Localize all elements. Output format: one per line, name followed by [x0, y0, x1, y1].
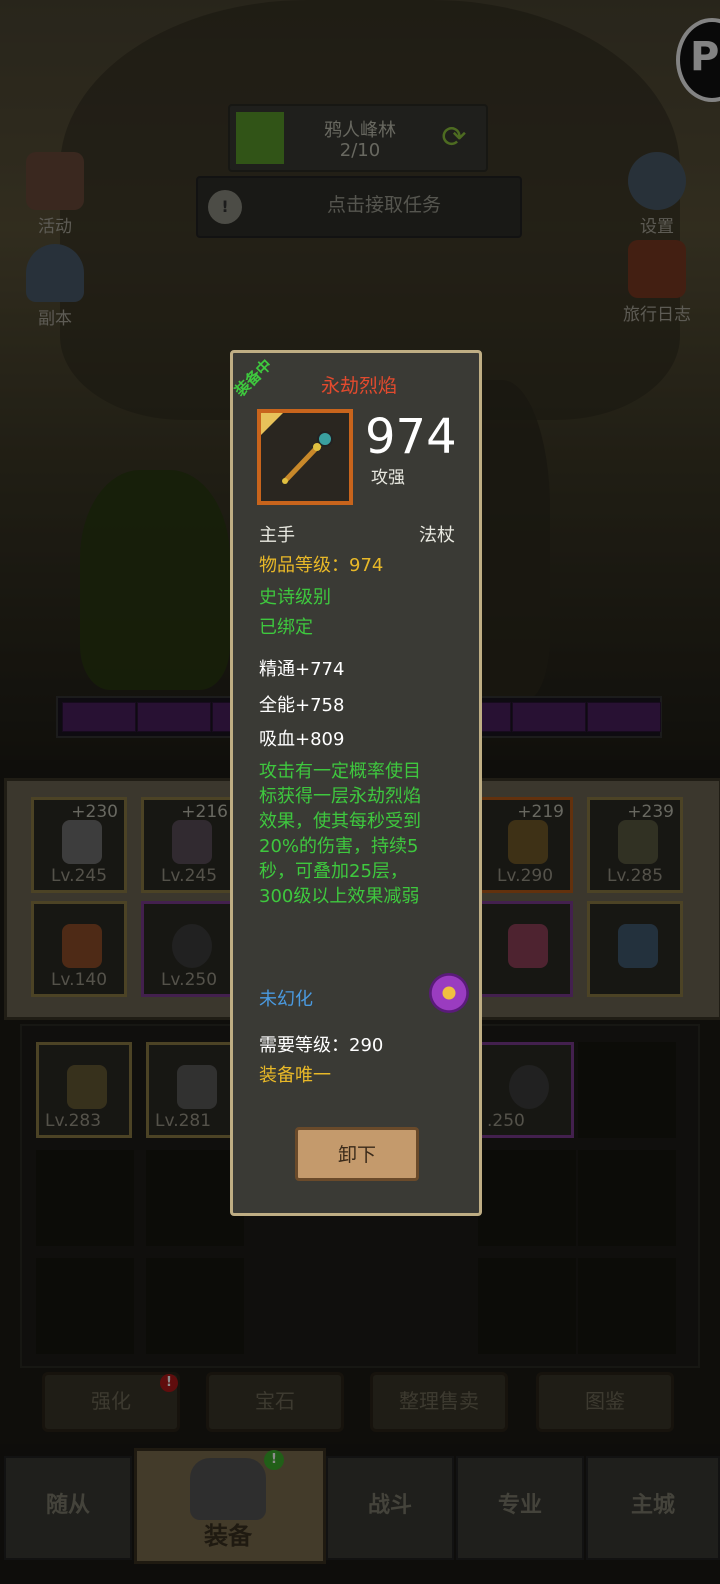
item-bound-status: 已绑定	[259, 617, 313, 638]
item-icon-frame	[257, 409, 353, 505]
item-stat: 吸血+809	[259, 729, 345, 750]
item-stat: 全能+758	[259, 695, 345, 716]
required-level: 需要等级：290	[259, 1035, 384, 1056]
item-stat: 精通+774	[259, 659, 345, 680]
item-attack-label: 攻强	[371, 468, 405, 488]
item-name: 永劫烈焰	[320, 375, 397, 397]
unequip-button[interactable]: 卸下	[295, 1127, 419, 1181]
item-type: 法杖	[419, 525, 455, 546]
item-effect-description: 攻击有一定概率使目标获得一层永劫烈焰效果，使其每秒受到20%的伤害，持续5秒，可…	[259, 761, 421, 907]
transmog-orb-icon[interactable]	[429, 973, 469, 1013]
item-tooltip: 装备中 永劫烈焰 974 攻强 主手 法杖 物品等级：974 史诗级别 已绑定 …	[230, 350, 482, 1216]
item-slot: 主手	[259, 525, 295, 546]
item-rarity: 史诗级别	[259, 587, 331, 608]
staff-icon	[282, 431, 333, 484]
item-attack-value: 974	[365, 409, 457, 465]
transmog-status: 未幻化	[259, 989, 313, 1010]
item-level: 物品等级：974	[259, 555, 384, 576]
unique-equipped: 装备唯一	[259, 1065, 331, 1086]
